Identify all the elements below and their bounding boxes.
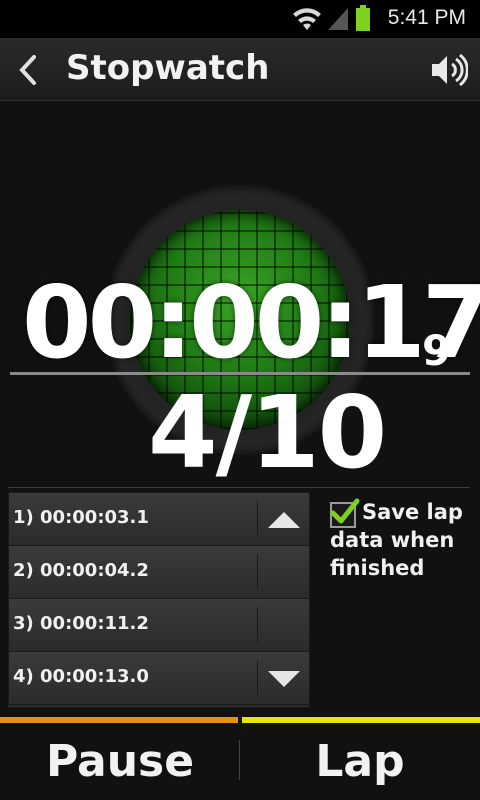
signal-icon xyxy=(328,8,348,30)
lap-time: 2) 00:00:04.2 xyxy=(13,560,149,581)
list-item[interactable]: 1) 00:00:03.1 xyxy=(9,493,309,546)
lap-list[interactable]: 1) 00:00:03.1 2) 00:00:04.2 3) 00:00:11.… xyxy=(8,492,310,708)
status-time: 5:41 PM xyxy=(387,6,466,29)
lap-time: 3) 00:00:11.2 xyxy=(13,613,149,634)
row-separator xyxy=(257,554,258,590)
save-lap-label: Save lap data when finished xyxy=(330,500,463,580)
pause-button[interactable]: Pause xyxy=(0,723,240,800)
battery-icon xyxy=(356,5,370,31)
lap-time: 1) 00:00:03.1 xyxy=(13,507,149,528)
list-item[interactable]: 4) 00:00:13.0 xyxy=(9,652,309,705)
list-item[interactable]: 3) 00:00:11.2 xyxy=(9,599,309,652)
back-icon[interactable] xyxy=(16,54,40,86)
action-bar: Stopwatch xyxy=(0,38,480,101)
section-divider xyxy=(8,487,470,488)
lap-counter: 4/10 xyxy=(148,374,387,491)
scroll-up-icon[interactable] xyxy=(267,511,301,529)
row-separator xyxy=(257,607,258,643)
row-separator xyxy=(257,501,258,537)
lap-time: 4) 00:00:13.0 xyxy=(13,666,149,687)
sound-icon[interactable] xyxy=(430,53,468,87)
page-title: Stopwatch xyxy=(66,48,270,88)
elapsed-time: 00:00:17 xyxy=(22,264,480,381)
wifi-icon xyxy=(293,8,321,30)
status-bar: 5:41 PM xyxy=(0,0,480,38)
scroll-down-icon[interactable] xyxy=(267,670,301,688)
elapsed-tenths: 9 xyxy=(422,326,452,375)
list-item[interactable]: 2) 00:00:04.2 xyxy=(9,546,309,599)
row-separator xyxy=(257,660,258,696)
lap-button[interactable]: Lap xyxy=(240,723,480,800)
